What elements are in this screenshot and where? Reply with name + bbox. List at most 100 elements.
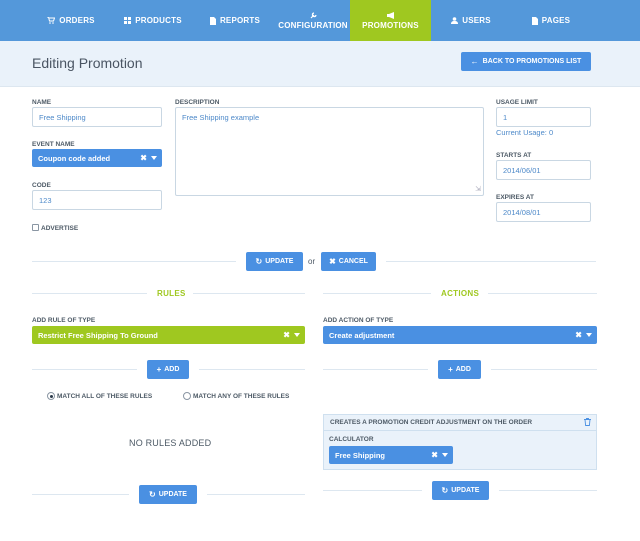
name-label: NAME	[32, 99, 52, 106]
starts-at-field[interactable]: 2014/06/01	[496, 160, 591, 180]
usage-limit-label: USAGE LIMIT	[496, 99, 538, 106]
add-rule-label: ADD RULE OF TYPE	[32, 317, 96, 324]
add-action-button[interactable]: + ADD	[438, 360, 481, 379]
nav-orders-label: ORDERS	[59, 16, 95, 25]
cancel-button-label: CANCEL	[338, 258, 368, 265]
page-icon	[531, 16, 538, 25]
trash-icon[interactable]	[584, 418, 591, 426]
resize-handle-icon[interactable]: ⇲	[475, 185, 481, 193]
code-field[interactable]: 123	[32, 190, 162, 210]
rules-update-label: UPDATE	[158, 491, 187, 498]
advertise-checkbox[interactable]	[32, 224, 39, 231]
description-label: DESCRIPTION	[175, 99, 220, 106]
calculator-label: CALCULATOR	[329, 436, 374, 443]
description-value: Free Shipping example	[182, 113, 260, 122]
action-panel-title: CREATES A PROMOTION CREDIT ADJUSTMENT ON…	[330, 419, 533, 426]
rules-update-button[interactable]: ↻ UPDATE	[139, 485, 197, 504]
clear-icon[interactable]: ✖	[431, 451, 438, 460]
current-usage-text: Current Usage: 0	[496, 128, 554, 137]
refresh-icon: ↻	[255, 256, 263, 266]
add-action-button-label: ADD	[455, 366, 471, 373]
actions-update-button[interactable]: ↻ UPDATE	[432, 481, 489, 500]
bullhorn-icon	[386, 11, 394, 19]
nav-products[interactable]: PRODUCTS	[112, 0, 194, 41]
divider	[491, 369, 597, 370]
actions-title: ACTIONS	[441, 289, 480, 298]
nav-pages[interactable]: PAGES	[511, 0, 591, 41]
add-rule-button-label: ADD	[164, 366, 180, 373]
top-navigation: ORDERS PRODUCTS REPORTS CONFIGURATION PR…	[0, 0, 640, 46]
back-button-label: BACK TO PROMOTIONS LIST	[482, 58, 582, 65]
event-name-label: EVENT NAME	[32, 141, 75, 148]
nav-promotions-label: PROMOTIONS	[362, 20, 419, 30]
update-button[interactable]: ↻ UPDATE	[246, 252, 303, 271]
action-type-select[interactable]: Create adjustment ✖	[323, 326, 597, 344]
chevron-down-icon	[294, 333, 300, 337]
rules-title: RULES	[157, 289, 186, 298]
rule-type-select[interactable]: Restrict Free Shipping To Ground ✖	[32, 326, 305, 344]
description-field[interactable]: Free Shipping example ⇲	[175, 107, 484, 196]
wrench-icon	[310, 11, 317, 18]
cancel-button[interactable]: ✖ CANCEL	[321, 252, 376, 271]
divider	[32, 261, 236, 262]
divider	[386, 261, 596, 262]
starts-at-label: STARTS AT	[496, 152, 532, 159]
clear-icon[interactable]: ✖	[283, 331, 290, 340]
close-icon: ✖	[329, 256, 336, 266]
clear-icon[interactable]: ✖	[140, 154, 147, 163]
grid-icon	[124, 17, 132, 24]
actions-update-label: UPDATE	[451, 487, 480, 494]
event-name-select[interactable]: Coupon code added ✖	[32, 149, 162, 167]
nav-configuration[interactable]: CONFIGURATION	[276, 0, 350, 41]
file-icon	[209, 16, 216, 25]
divider	[323, 369, 428, 370]
name-field[interactable]: Free Shipping	[32, 107, 162, 127]
divider	[488, 293, 597, 294]
user-icon	[451, 17, 459, 24]
cart-icon	[47, 17, 56, 24]
nav-reports-label: REPORTS	[219, 16, 261, 25]
nav-configuration-label: CONFIGURATION	[278, 20, 348, 30]
no-rules-message: NO RULES ADDED	[129, 438, 212, 448]
action-type-value: Create adjustment	[329, 330, 395, 340]
match-any-label: MATCH ANY OF THESE RULES	[193, 393, 290, 400]
update-button-label: UPDATE	[265, 258, 294, 265]
arrow-left-icon: ←	[470, 56, 479, 66]
calculator-select[interactable]: Free Shipping ✖	[329, 446, 453, 464]
expires-at-field[interactable]: 2014/08/01	[496, 202, 591, 222]
divider	[199, 369, 305, 370]
nav-orders[interactable]: ORDERS	[30, 0, 112, 41]
clear-icon[interactable]: ✖	[575, 331, 582, 340]
add-action-label: ADD ACTION OF TYPE	[323, 317, 394, 324]
chevron-down-icon	[151, 156, 157, 160]
calculator-value: Free Shipping	[335, 450, 386, 460]
match-all-label: MATCH ALL OF THESE RULES	[57, 393, 153, 400]
back-to-promotions-button[interactable]: ← BACK TO PROMOTIONS LIST	[461, 52, 591, 71]
expires-at-label: EXPIRES AT	[496, 194, 534, 201]
refresh-icon: ↻	[149, 489, 156, 499]
advertise-label: ADVERTISE	[41, 225, 79, 232]
nav-products-label: PRODUCTS	[135, 16, 182, 25]
divider	[323, 490, 422, 491]
usage-limit-field[interactable]: 1	[496, 107, 591, 127]
chevron-down-icon	[586, 333, 592, 337]
match-all-radio[interactable]	[47, 392, 55, 400]
event-name-value: Coupon code added	[38, 153, 111, 163]
divider	[499, 490, 597, 491]
nav-reports[interactable]: REPORTS	[194, 0, 276, 41]
nav-users[interactable]: USERS	[431, 0, 511, 41]
action-panel-header: CREATES A PROMOTION CREDIT ADJUSTMENT ON…	[324, 415, 596, 431]
nav-promotions[interactable]: PROMOTIONS	[350, 0, 431, 46]
divider	[207, 494, 305, 495]
or-text: or	[308, 257, 316, 266]
nav-pages-label: PAGES	[541, 16, 571, 25]
match-any-radio[interactable]	[183, 392, 191, 400]
add-rule-button[interactable]: + ADD	[147, 360, 189, 379]
divider	[193, 293, 305, 294]
chevron-down-icon	[442, 453, 448, 457]
divider	[32, 369, 137, 370]
divider	[32, 494, 129, 495]
nav-users-label: USERS	[462, 16, 491, 25]
rule-type-value: Restrict Free Shipping To Ground	[38, 330, 158, 340]
page-title: Editing Promotion	[32, 55, 143, 71]
